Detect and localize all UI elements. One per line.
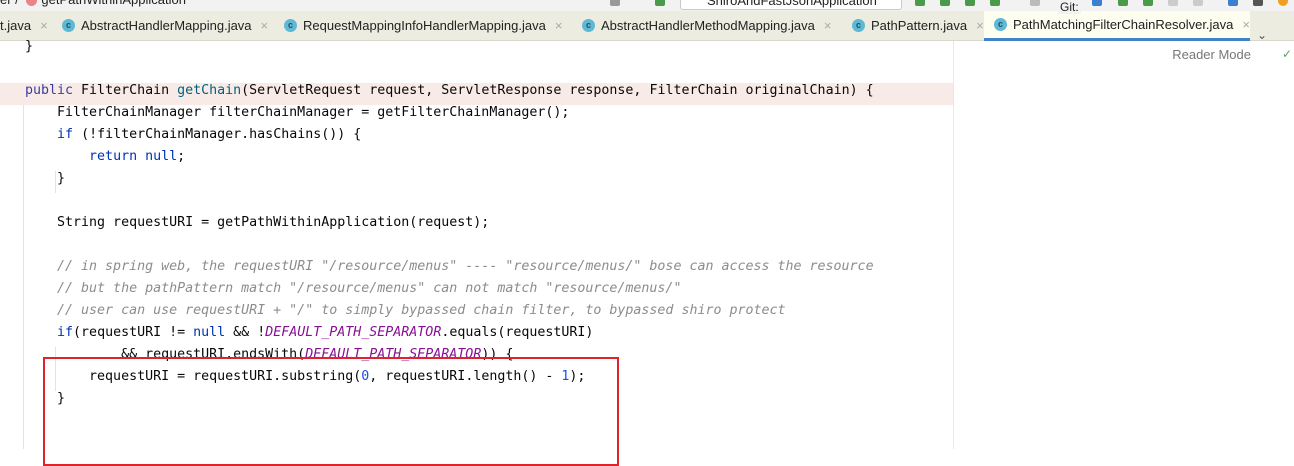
git-push-icon[interactable] [1143, 0, 1153, 6]
tab-label: AbstractHandlerMethodMapping.java [601, 18, 815, 33]
code-token: } [25, 171, 66, 186]
separator: er / [0, 0, 22, 7]
code-token: DEFAULT_PATH_SEPARATOR [265, 325, 442, 340]
tab-abstract-handler-mapping[interactable]: c AbstractHandlerMapping.java × [62, 11, 268, 40]
breadcrumb[interactable]: er / getPathWithinApplication [0, 0, 186, 7]
code-token: } [25, 39, 34, 54]
run-icon[interactable] [915, 0, 925, 6]
code-line: public FilterChain getChain(ServletReque… [25, 80, 874, 102]
coverage-icon[interactable] [965, 0, 975, 6]
close-icon[interactable]: × [555, 11, 563, 40]
run-configuration-select[interactable]: ShiroAndFastJsonApplication [680, 0, 902, 10]
close-icon[interactable]: × [261, 11, 269, 40]
breadcrumb-method[interactable]: getPathWithinApplication [41, 0, 186, 7]
debug-icon[interactable] [940, 0, 950, 6]
code-line: FilterChainManager filterChainManager = … [25, 102, 569, 124]
code-token: && ! [225, 325, 266, 340]
user-icon[interactable] [610, 0, 620, 6]
close-icon[interactable]: × [40, 11, 48, 40]
code-line: // but the pathPattern match "/resource/… [25, 278, 681, 300]
code-token: FilterChain [81, 83, 178, 98]
tab-abstract-handler-method-mapping[interactable]: c AbstractHandlerMethodMapping.java × [582, 11, 832, 40]
indent-guide [23, 105, 24, 449]
git-update-icon[interactable] [1092, 0, 1102, 6]
code-token: public [25, 83, 82, 98]
code-token: if [57, 127, 82, 142]
code-token: // but the pathPattern match "/resource/… [25, 281, 682, 296]
code-token: String requestURI = getPathWithinApplica… [25, 215, 490, 230]
back-arrow-icon[interactable] [655, 0, 665, 6]
code-token: (!filterChainManager.hasChains()) { [81, 127, 362, 142]
code-line: if (!filterChainManager.hasChains()) { [25, 124, 361, 146]
annotation-highlight-box [43, 357, 619, 466]
reader-mode-button[interactable]: Reader Mode [1172, 47, 1251, 62]
code-line: } [25, 168, 65, 190]
code-token: null [193, 325, 226, 340]
code-line: // in spring web, the requestURI "/resou… [25, 256, 874, 278]
history-icon[interactable] [1168, 0, 1178, 6]
tab-t-java[interactable]: t.java × [0, 11, 48, 40]
code-line: String requestURI = getPathWithinApplica… [25, 212, 489, 234]
code-token: (ServletRequest request, ServletResponse… [241, 83, 874, 98]
class-icon: c [994, 18, 1007, 31]
code-token: FilterChainManager filterChainManager = … [25, 105, 570, 120]
tab-path-matching-filter-chain-resolver[interactable]: c PathMatchingFilterChainResolver.java × [984, 11, 1250, 41]
inspection-check-icon[interactable]: ✓ [1282, 47, 1292, 61]
close-icon[interactable]: × [1242, 10, 1250, 39]
close-icon[interactable]: × [824, 11, 832, 40]
class-icon: c [582, 19, 595, 32]
code-line: if(requestURI != null && !DEFAULT_PATH_S… [25, 322, 593, 344]
tab-overflow-chevron-icon[interactable]: ⌄ [1257, 28, 1267, 42]
close-icon[interactable]: × [976, 11, 984, 40]
class-icon: c [852, 19, 865, 32]
editor-right-gutter: Reader Mode ✓ [953, 41, 1294, 449]
profile-icon[interactable] [990, 0, 1000, 6]
stop-icon[interactable] [1030, 0, 1040, 6]
code-token: // in spring web, the requestURI "/resou… [25, 259, 874, 274]
tab-label: RequestMappingInfoHandlerMapping.java [303, 18, 546, 33]
code-token: .equals(requestURI) [441, 325, 594, 340]
code-line: } [25, 36, 33, 58]
tab-path-pattern[interactable]: c PathPattern.java × [852, 11, 984, 40]
translate-icon[interactable] [1228, 0, 1238, 6]
tab-label: PathMatchingFilterChainResolver.java [1013, 17, 1234, 32]
code-token: (requestURI != [73, 325, 194, 340]
code-editor[interactable]: } public FilterChain getChain(ServletRequ… [0, 39, 1294, 466]
rollback-icon[interactable] [1193, 0, 1203, 6]
code-token: getChain [177, 83, 242, 98]
tab-request-mapping-info-handler-mapping[interactable]: c RequestMappingInfoHandlerMapping.java × [284, 11, 562, 40]
git-label: Git: [1058, 0, 1081, 14]
code-line: return null; [25, 146, 185, 168]
notification-icon[interactable] [1278, 0, 1288, 6]
tab-label: AbstractHandlerMapping.java [81, 18, 252, 33]
code-token: // user can use requestURI + "/" to simp… [25, 303, 786, 318]
tab-label: PathPattern.java [871, 18, 968, 33]
method-icon [26, 0, 38, 7]
editor-tabs: t.java × c AbstractHandlerMapping.java × cR… [0, 11, 1294, 42]
code-line: // user can use requestURI + "/" to simp… [25, 300, 786, 322]
code-token: return null [89, 149, 178, 164]
search-icon[interactable] [1253, 0, 1263, 6]
run-config-label: ShiroAndFastJsonApplication [707, 0, 877, 8]
class-icon: c [62, 19, 75, 32]
class-icon: c [284, 19, 297, 32]
git-commit-icon[interactable] [1118, 0, 1128, 6]
code-token: ; [177, 149, 186, 164]
code-token: if [57, 325, 74, 340]
